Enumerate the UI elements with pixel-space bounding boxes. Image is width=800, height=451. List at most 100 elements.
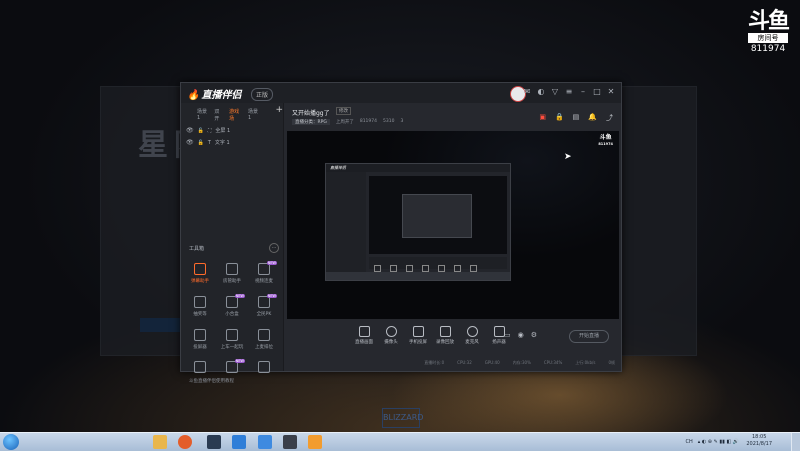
fans-count: 5310 [383,119,395,124]
add-scene-icon[interactable]: + [275,106,283,122]
new-badge: NEW [234,294,245,298]
fullscreen-source-icon: ⛶ [207,127,212,134]
mic-button[interactable]: 麦克风 [459,326,485,345]
new-badge: NEW [266,261,277,265]
text-source-icon: T [207,139,211,146]
tab-game[interactable]: 游戏场 [229,108,242,122]
record-button[interactable]: 录像回放 [432,326,458,345]
more-icon[interactable]: ··· [269,243,279,253]
tool-mic-rank[interactable]: 上麦排位 [249,329,279,350]
tutorial-link[interactable]: 斗鱼直播伴侣使用教程 [189,378,234,384]
save-icon[interactable]: ▤ [573,113,580,123]
lock-icon[interactable]: 🔓 [198,140,204,146]
extra-controls: ▭ ◉ ⚙ [504,331,537,339]
eye-icon[interactable]: 👁 [186,139,194,146]
starcraft-icon[interactable] [283,435,297,449]
clock-time: 18:05 [751,434,767,440]
tool-box[interactable]: NEW 小合盒 [217,294,247,317]
source-item[interactable]: 👁 🔓 T 文字 1 [181,134,283,146]
titlebar-controls: ✉ ◐ ▽ ≡ – □ ✕ [523,87,615,97]
background-button [140,318,180,332]
blizzard-logo: BLIZZARD [382,408,423,428]
source-item[interactable]: 👁 🔓 ⛶ 全屏 1 [181,122,283,134]
room-header: 又开始播gg了 修改 直播分类：RPG 上周开了 811974 5310 3 ▣… [284,103,621,129]
status-cpu: CPU:32 [457,360,472,365]
version-badge[interactable]: 正版 [251,88,274,101]
app-brand: 🔥 直播伴侣 [187,86,241,101]
room-title: 又开始播gg了 [292,110,330,117]
record-icon [439,326,451,337]
chat-bubble-icon [194,263,206,275]
source-name: 全屏 1 [215,128,231,134]
tool-music[interactable]: NEW [217,359,247,376]
status-fps: 0帧 [608,360,615,365]
menu-icon[interactable]: ≡ [565,87,573,97]
tool-room-admin[interactable]: 房管助手 [217,263,247,284]
clock[interactable]: 18:05 2021/8/17 [746,434,772,448]
skin-icon[interactable]: ◐ [537,87,545,97]
download-icon [194,361,206,373]
close-icon[interactable]: ✕ [607,87,615,97]
lock-icon[interactable]: 🔒 [555,113,564,123]
start-button[interactable] [3,434,19,450]
language-indicator[interactable]: CH [685,439,692,445]
app-titlebar: 🔥 直播伴侣 正版 ✉ ◐ ▽ ≡ – □ ✕ [181,83,621,103]
recursive-preview: 直播伴侣 [325,163,511,281]
settings-gear-icon[interactable]: ⚙ [531,331,537,339]
media-player-icon[interactable] [178,435,192,449]
record-camera-icon[interactable]: ▭ [504,331,511,339]
phone-cast-button[interactable]: 手机投屏 [405,326,431,345]
browser-icon[interactable] [258,435,272,449]
tab-dual[interactable]: 双开 [214,108,223,122]
live-companion-taskbar-icon[interactable] [308,435,322,449]
screen-capture-button[interactable]: 直播画面 [351,326,377,345]
mouse-cursor-icon: ➤ [564,152,572,162]
camera-icon [385,326,397,337]
eye-icon[interactable]: 👁 [186,127,194,134]
edit-title-button[interactable]: 修改 [336,107,351,115]
start-live-button[interactable]: 开始直播 [569,330,609,343]
tool-video-link[interactable]: NEW 视频连麦 [249,261,279,284]
app-x-icon[interactable] [232,435,246,449]
camera-button[interactable]: 摄像头 [378,326,404,345]
new-badge: NEW [234,359,245,363]
stats-icon [258,361,270,373]
eye-icon[interactable]: ◉ [518,331,524,339]
watermark-room-id: 811974 [750,44,786,54]
tool-cast[interactable]: 投屏器 [185,329,215,350]
share-icon[interactable]: ⤴ [606,113,613,123]
viewer-count: 3 [400,119,404,124]
minimize-icon[interactable]: – [579,87,587,97]
folder-icon[interactable] [153,435,167,449]
tool-stats[interactable] [249,361,279,376]
tool-pk[interactable]: NEW 全民PK [249,294,279,317]
tool-danmu-assistant[interactable]: 弹幕助手 [185,263,215,284]
status-cpu-usage: CPU:34% [543,360,563,365]
douyu-watermark: 斗鱼 房间号 811974 [746,11,790,55]
tray-icons[interactable]: ▴ ◐ ⊕ ✎ ▮▮ ◧ 🔊 [698,439,739,445]
message-icon[interactable]: ✉ [523,87,531,97]
game-launcher-icon[interactable] [207,435,221,449]
maximize-icon[interactable]: □ [593,87,601,97]
filter-icon[interactable]: ▽ [551,87,559,97]
live-room-icon[interactable]: ▣ [539,113,546,123]
watermark-room-label: 房间号 [748,33,788,43]
category-selector[interactable]: 直播分类：RPG [292,119,330,125]
live-companion-window: 🔥 直播伴侣 正版 ✉ ◐ ▽ ≡ – □ ✕ 场景1 双开 游戏场 场景1 + … [180,82,622,384]
screen-icon [358,326,370,337]
lock-icon[interactable]: 🔓 [198,128,204,134]
bell-icon[interactable]: 🔔 [588,113,597,123]
flame-icon: 🔥 [187,90,200,101]
clock-date: 2021/8/17 [746,441,772,447]
tool-lottery[interactable]: 抽奖等 [185,296,215,317]
rank-icon [258,329,270,341]
app-brand-name: 直播伴侣 [201,90,242,101]
tab-scene-1b[interactable]: 场景1 [248,108,259,122]
source-name: 文字 1 [214,140,230,146]
status-bar: 直播时长:0 CPU:32 GPU:40 内存:30% CPU:34% 上行:0… [284,355,621,371]
toolbox-title: 工具箱 [189,246,205,252]
show-desktop-button[interactable] [791,433,800,451]
tool-play-together[interactable]: 上车一起玩 [217,329,247,350]
tool-download[interactable] [185,361,215,376]
tab-scene-1[interactable]: 场景1 [197,108,208,122]
